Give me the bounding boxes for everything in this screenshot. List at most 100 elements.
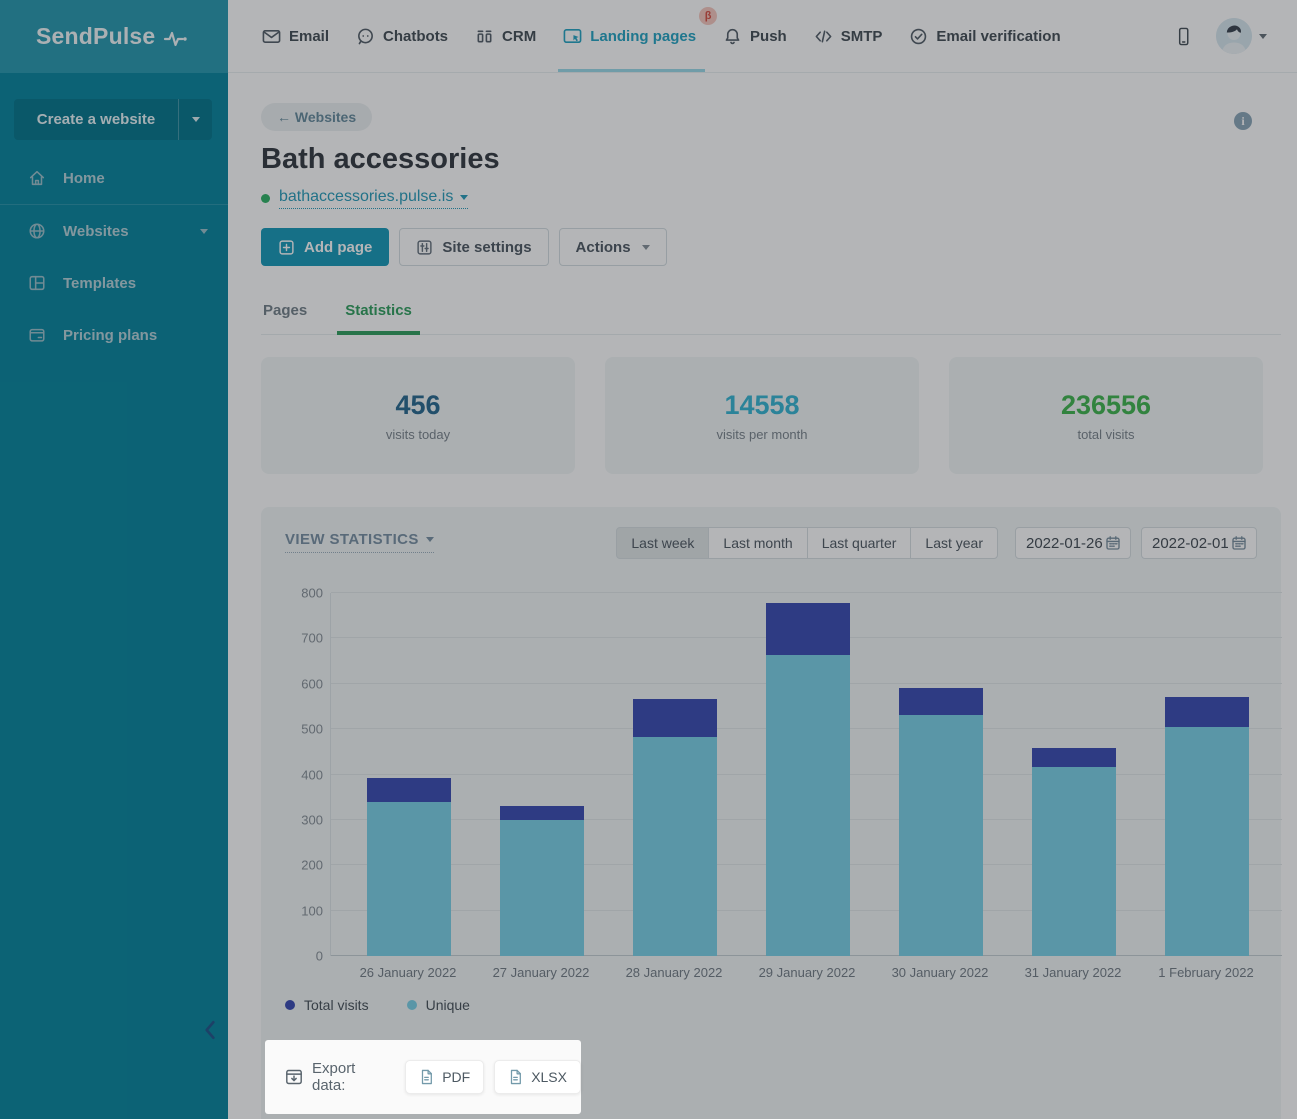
sidebar-item-label: Websites [63,223,129,240]
actions-button[interactable]: Actions [559,228,667,266]
range-last-year[interactable]: Last year [910,527,998,559]
tab-statistics[interactable]: Statistics [343,296,414,334]
sidebar-nav: Home Websites Templates Pricing [0,158,228,355]
y-axis-tick: 400 [285,768,323,781]
domain-row: bathaccessories.pulse.is [261,188,1281,209]
landing-pages-icon [563,27,582,46]
view-statistics-dropdown[interactable]: VIEW STATISTICS [285,531,434,553]
site-settings-button[interactable]: Site settings [399,228,548,266]
page-content: ← Websites Bath accessories bathaccessor… [228,73,1297,1119]
y-axis-tick: 300 [285,813,323,826]
range-button-group: Last week Last month Last quarter Last y… [616,527,998,559]
sidebar-collapse-chevron-icon[interactable] [202,1020,218,1040]
sidebar-item-pricing-plans[interactable]: Pricing plans [0,315,228,355]
stat-label: visits today [386,427,450,442]
avatar[interactable] [1216,18,1252,54]
legend-label: Total visits [304,997,369,1013]
nav-item-label: Email [289,28,329,45]
legend-item-unique: Unique [407,997,470,1013]
actions-label: Actions [576,239,631,256]
y-axis-tick: 800 [285,587,323,600]
top-navigation: Email Chatbots CRM Landing pages β Pus [228,0,1297,73]
domain-link[interactable]: bathaccessories.pulse.is [279,188,468,209]
x-axis-label: 28 January 2022 [608,965,740,980]
y-axis-tick: 500 [285,723,323,736]
chevron-down-icon [192,117,200,122]
bar-segment-total-visits [899,688,983,715]
chart-plot: 0100200300400500600700800 [330,593,1282,956]
nav-right-cluster [1175,0,1267,72]
back-to-websites-link[interactable]: ← Websites [261,103,372,131]
sidebar-item-home[interactable]: Home [0,158,228,198]
user-menu[interactable] [1216,18,1267,54]
legend-dot-unique [407,1000,417,1010]
nav-item-crm[interactable]: CRM [475,0,536,72]
gridline [331,592,1282,593]
date-from-value: 2022-01-26 [1026,535,1103,552]
create-website-button[interactable]: Create a website [14,99,212,140]
sidebar-divider [0,204,228,205]
stat-card-visits-today: 456 visits today [261,357,575,474]
view-statistics-label: VIEW STATISTICS [285,531,419,548]
mobile-app-icon[interactable] [1175,26,1192,47]
tabs: Pages Statistics [261,296,1281,335]
sidebar-item-websites[interactable]: Websites [0,211,228,251]
site-settings-label: Site settings [442,239,531,256]
chevron-down-icon [200,229,208,234]
stat-card-visits-per-month: 14558 visits per month [605,357,919,474]
bar-segment-unique [1032,767,1116,956]
bar-segment-total-visits [500,806,584,820]
sidebar: SendPulse Create a website Home Websites [0,0,228,1119]
chevron-down-icon [426,537,434,542]
range-last-week[interactable]: Last week [616,527,709,559]
date-to-input[interactable]: 2022-02-01 [1141,527,1257,559]
add-page-label: Add page [304,239,372,256]
date-from-input[interactable]: 2022-01-26 [1015,527,1131,559]
x-axis-label: 31 January 2022 [1007,965,1139,980]
crm-icon [475,27,494,46]
code-icon [814,27,833,46]
nav-item-chatbots[interactable]: Chatbots [356,0,448,72]
action-buttons-row: Add page Site settings Actions [261,228,1281,266]
range-last-quarter[interactable]: Last quarter [807,527,912,559]
create-website-caret[interactable] [178,99,212,140]
stats-cards-row: 456 visits today 14558 visits per month … [261,357,1281,474]
beta-badge: β [699,7,717,25]
nav-item-email-verification[interactable]: Email verification [909,0,1060,72]
calendar-icon [1105,535,1121,551]
globe-icon [28,222,46,240]
stat-card-total-visits: 236556 total visits [949,357,1263,474]
create-website-label: Create a website [14,99,178,140]
export-pdf-button[interactable]: PDF [405,1060,484,1094]
stat-value: 456 [395,390,440,421]
email-icon [262,27,281,46]
range-last-month[interactable]: Last month [708,527,807,559]
logo[interactable]: SendPulse [0,0,228,73]
x-axis-label: 27 January 2022 [475,965,607,980]
y-axis-tick: 200 [285,859,323,872]
x-axis-label: 30 January 2022 [874,965,1006,980]
x-axis-label: 1 February 2022 [1140,965,1272,980]
nav-item-landing-pages[interactable]: Landing pages β [563,0,696,72]
statistics-panel: VIEW STATISTICS Last week Last month Las… [261,507,1281,1119]
sidebar-item-templates[interactable]: Templates [0,263,228,303]
y-axis-tick: 600 [285,677,323,690]
add-page-button[interactable]: Add page [261,228,389,266]
y-axis-tick: 100 [285,904,323,917]
calendar-icon [1231,535,1247,551]
status-dot [261,194,270,203]
nav-item-smtp[interactable]: SMTP [814,0,883,72]
nav-item-email[interactable]: Email [262,0,329,72]
pulse-icon [163,29,189,49]
bar-segment-total-visits [766,603,850,655]
home-icon [28,169,46,187]
chart-legend: Total visits Unique [285,997,1257,1013]
nav-item-push[interactable]: Push [723,0,787,72]
tab-pages[interactable]: Pages [261,296,309,334]
domain-text: bathaccessories.pulse.is [279,188,453,206]
bar-segment-unique [1165,727,1249,956]
export-xlsx-button[interactable]: XLSX [494,1060,581,1094]
export-buttons: PDF XLSX [405,1060,581,1094]
info-icon[interactable] [1234,112,1252,130]
main-area: ← Websites Bath accessories bathaccessor… [228,73,1297,1119]
